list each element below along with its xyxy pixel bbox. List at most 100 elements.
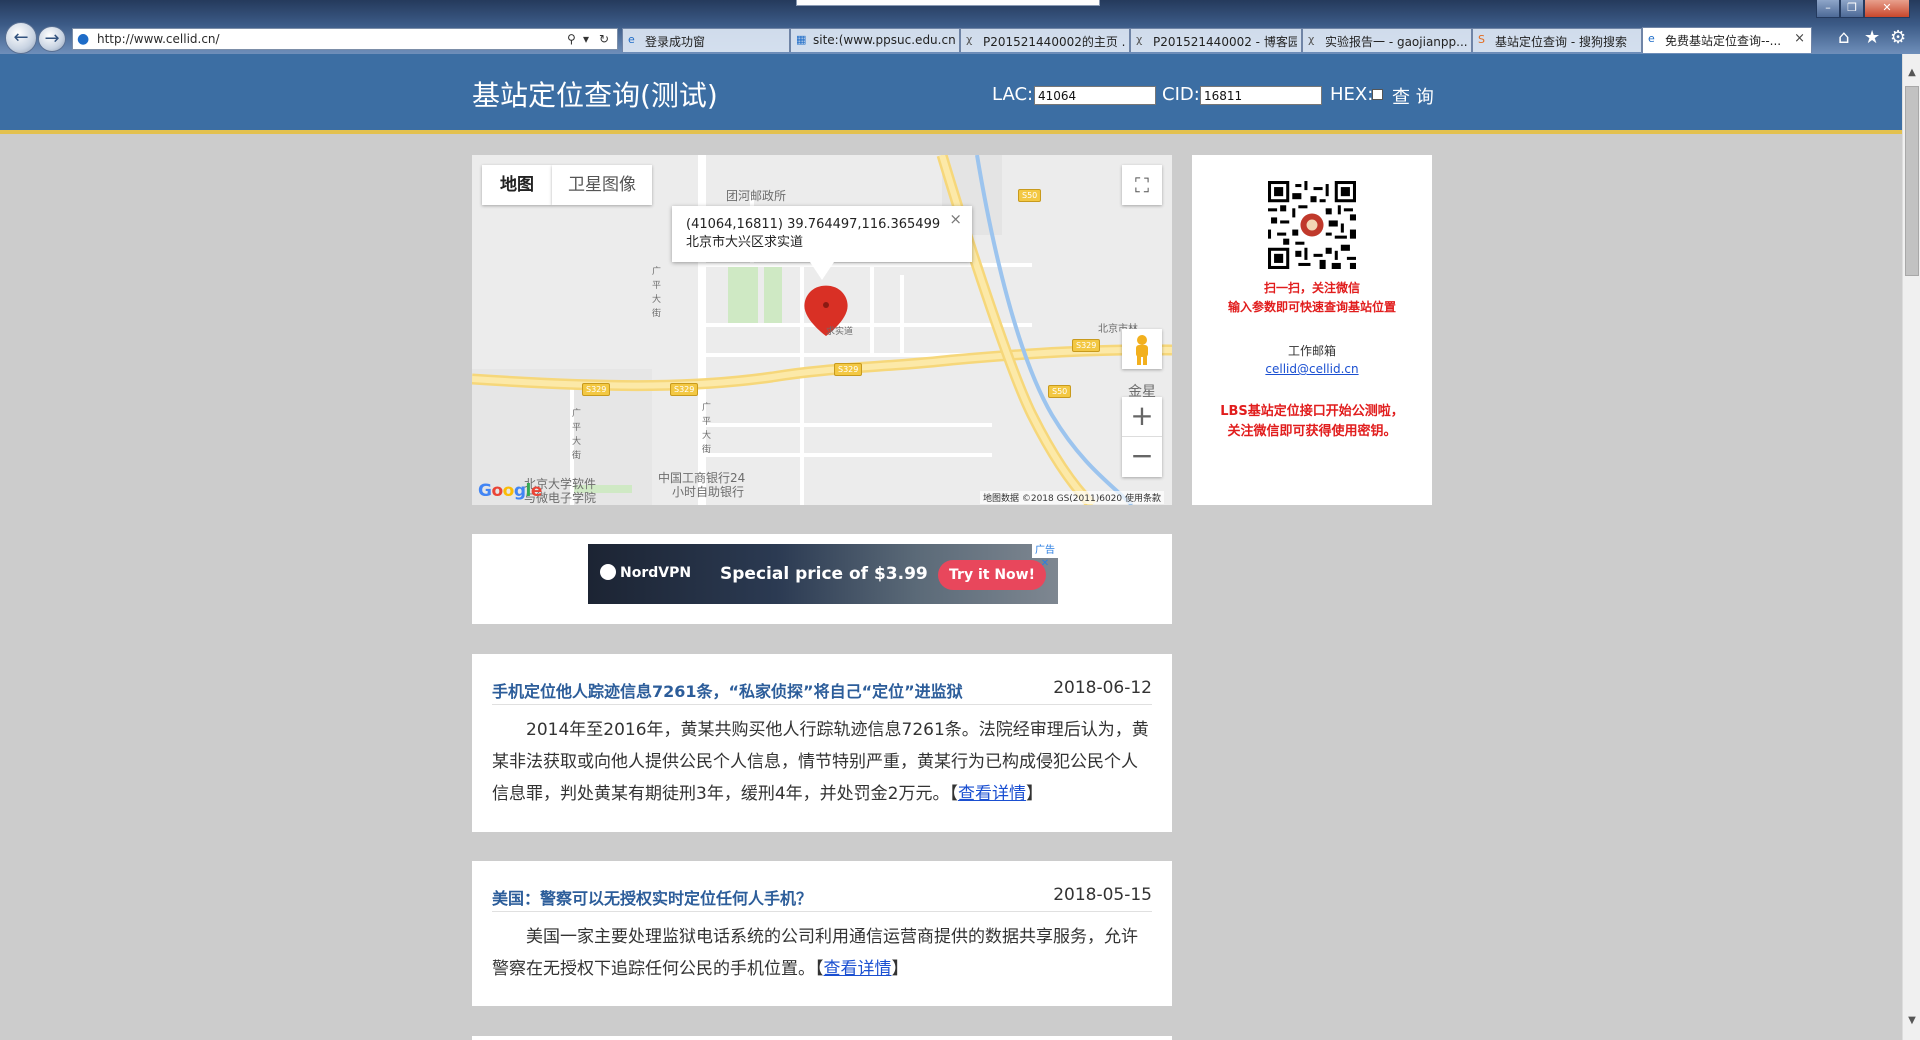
address-bar[interactable]: ● http://www.cellid.cn/ ⚲ ▾ ↻ [72,28,618,50]
tab-label: 基站定位查询 - 搜狗搜索 [1495,35,1627,49]
cid-label: CID: [1162,84,1200,105]
tab-active[interactable]: e 免费基站定位查询--... × [1642,27,1812,53]
query-button[interactable]: 查 询 [1392,83,1434,109]
page-viewport: 基站定位查询(测试) LAC: CID: HEX: 查 询 [0,54,1902,1040]
road-shield-s50: S50 [1018,189,1042,202]
tab-1[interactable]: e 登录成功窗 [622,28,790,52]
minimize-icon[interactable]: – [1816,0,1840,18]
map-type-satellite-button[interactable]: 卫星图像 [552,165,652,205]
favorites-star-icon[interactable]: ★ [1864,28,1880,48]
tab-label: 实验报告一 - gaojianpp... [1325,35,1467,49]
blog-page-icon: χ [1136,33,1143,46]
page-scrollbar[interactable]: ▲ ▼ [1902,54,1920,1040]
forward-button[interactable]: → [38,26,66,52]
article-divider [492,704,1152,705]
read-more-link[interactable]: 查看详情 [824,959,892,979]
article-body: 美国一家主要处理监狱电话系统的公司利用通信运营商提供的数据共享服务，允许警察在无… [492,927,1138,979]
road-shield-s50: S50 [1048,385,1072,398]
google-logo: Google [478,481,542,501]
map-label-post-office: 团河邮政所 [726,189,787,203]
forward-arrow-icon: → [44,28,60,49]
dropdown-icon[interactable]: ▾ [583,32,589,46]
back-button[interactable]: ← [5,22,37,54]
article-date: 2018-05-15 [1053,885,1152,905]
tab-2[interactable]: ▦ site:(www.ppsuc.edu.cn... [790,28,960,52]
tab-4[interactable]: χ P201521440002 - 博客园 [1130,28,1302,52]
ad-choices-badge[interactable]: 广告 ✕ [1032,544,1058,569]
address-url[interactable]: http://www.cellid.cn/ [97,32,220,46]
scroll-thumb[interactable] [1905,86,1919,276]
ie-page-icon: ● [77,31,90,47]
pegman-icon[interactable] [1122,329,1162,369]
article-text: 美国一家主要处理监狱电话系统的公司利用通信运营商提供的数据共享服务，允许警察在无… [492,927,1138,979]
lbs-promo-line-2: 关注微信即可获得使用密钥。 [1227,424,1397,439]
tab-label: site:(www.ppsuc.edu.cn... [813,33,955,47]
map-label-icbc: 中国工商银行24 [658,471,746,485]
ad-headline: Special price of $3.99 [720,564,928,584]
lac-label: LAC: [992,84,1034,105]
scroll-up-icon[interactable]: ▲ [1903,64,1920,82]
lac-input[interactable] [1034,86,1156,105]
window-close-icon[interactable]: ✕ [1864,0,1910,18]
article-text: 2014年至2016年，黄某共购买他人行踪轨迹信息7261条。法院经审理后认为，… [492,720,1149,804]
map-attribution[interactable]: 地图数据 ©2018 GS(2011)6020 使用条款 [979,491,1164,504]
map-info-window: (41064,16811) 39.764497,116.365499 北京市大兴… [672,206,972,262]
map-panel[interactable]: 团河邮政所 广平大街 广平大街 广平大街 求实道 金星 北京大学软件 与微电子学… [472,155,1172,505]
info-address: 北京市大兴区求实道 [686,235,804,250]
close-tab-icon[interactable]: × [1794,31,1805,46]
road-shield-s329: S329 [582,383,611,396]
hex-label: HEX: [1330,84,1374,105]
nordvpn-logo-icon [600,564,616,580]
ad-cta-button[interactable]: Try it Now! [938,560,1046,590]
tab-label: 登录成功窗 [645,35,706,49]
tab-3[interactable]: χ P201521440002的主页 ... [960,28,1130,52]
info-coordinates: (41064,16811) 39.764497,116.365499 [686,217,941,232]
ad-card: NordVPN Special price of $3.99 Try it No… [472,534,1172,624]
home-icon[interactable]: ⌂ [1838,28,1849,48]
sogou-page-icon: S [1478,33,1485,46]
scroll-down-icon[interactable]: ▼ [1903,1012,1920,1030]
info-window-tail [810,262,834,280]
map-label-guangping: 广平大街 [652,267,662,319]
road-shield-s329: S329 [834,363,863,376]
hex-checkbox[interactable] [1372,89,1383,100]
restore-icon[interactable]: ❐ [1840,0,1864,18]
cid-input[interactable] [1200,86,1322,105]
tab-label: 免费基站定位查询--... [1665,34,1782,48]
tab-6[interactable]: S 基站定位查询 - 搜狗搜索 [1472,28,1642,52]
fullscreen-icon[interactable]: ⛶ [1122,165,1162,205]
zoom-control: + − [1122,397,1162,477]
article-title[interactable]: 手机定位他人踪迹信息7261条，“私家侦探”将自己“定位”进监狱 [492,678,963,702]
map-label-qiushi: 求实道 [826,327,854,337]
lbs-promo-line-1: LBS基站定位接口开始公测啦， [1220,404,1404,419]
zoom-out-button[interactable]: − [1122,437,1162,477]
zoom-in-button[interactable]: + [1122,397,1162,437]
article-body: 2014年至2016年，黄某共购买他人行踪轨迹信息7261条。法院经审理后认为，… [492,720,1149,804]
article-card-partial [472,1036,1172,1040]
map-label-guangping-3: 广平大街 [572,409,582,461]
article-date: 2018-06-12 [1053,678,1152,698]
ad-brand-name: NordVPN [620,565,692,581]
ie-page-icon: e [1648,32,1655,45]
blog-page-icon: χ [966,33,973,46]
article-divider [492,911,1152,912]
settings-gear-icon[interactable]: ⚙ [1890,28,1906,48]
email-link[interactable]: cellid@cellid.cn [1192,362,1432,376]
page-title: 基站定位查询(测试) [472,79,718,112]
blog-page-icon: χ [1308,33,1315,46]
tab-5[interactable]: χ 实验报告一 - gaojianpp... [1302,28,1472,52]
search-icon[interactable]: ⚲ [567,32,576,46]
wechat-promo-line-1: 扫一扫，关注微信 [1263,281,1360,295]
map-type-map-button[interactable]: 地图 [482,165,552,205]
nordvpn-ad-banner[interactable]: NordVPN Special price of $3.99 Try it No… [588,544,1058,604]
wechat-promo-line-2: 输入参数即可快速查询基站位置 [1227,300,1396,314]
top-popup [796,0,1100,6]
map-label-icbc-2: 小时自助银行 [672,485,745,499]
email-label: 工作邮箱 [1287,344,1336,358]
browser-chrome: ← → ● http://www.cellid.cn/ ⚲ ▾ ↻ e 登录成功… [0,0,1920,54]
close-icon[interactable]: × [949,210,962,228]
article-title[interactable]: 美国：警察可以无授权实时定位任何人手机？ [492,885,812,909]
read-more-link[interactable]: 查看详情 [958,784,1026,804]
refresh-icon[interactable]: ↻ [599,32,609,46]
road-shield-s329: S329 [1072,339,1101,352]
